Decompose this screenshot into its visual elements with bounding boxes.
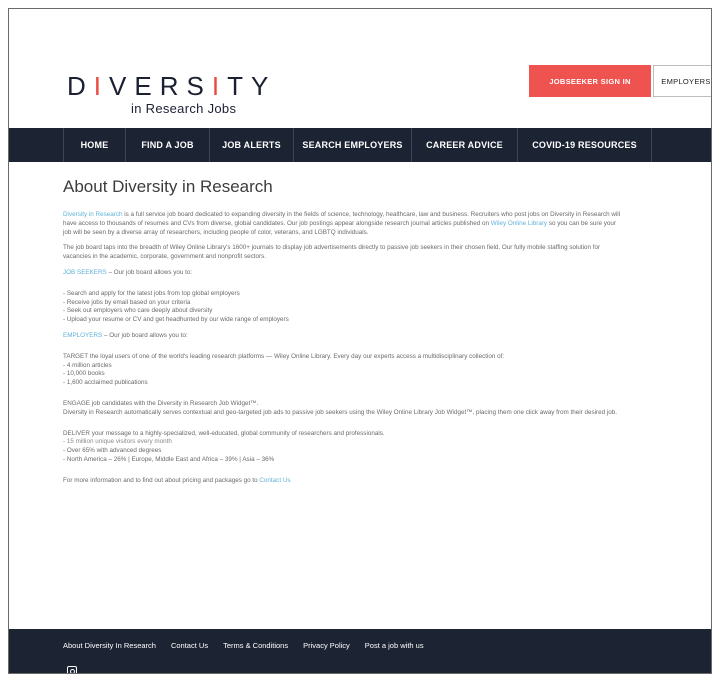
wiley-library-link[interactable]: Wiley Online Library	[491, 220, 547, 227]
footer-link-privacy[interactable]: Privacy Policy	[303, 641, 350, 650]
logo-accent: I	[211, 71, 228, 101]
logo-accent: I	[93, 71, 110, 101]
list-item: - 15 million unique visitors every month	[63, 438, 172, 446]
footer-link-about[interactable]: About Diversity In Research	[63, 641, 156, 650]
footer-link-terms[interactable]: Terms & Conditions	[223, 641, 288, 650]
nav-find-a-job[interactable]: FIND A JOB	[126, 128, 210, 162]
footer-link-contact[interactable]: Contact Us	[171, 641, 208, 650]
list-item: - Upload your resume or CV and get headh…	[63, 316, 289, 324]
nav-home[interactable]: HOME	[64, 128, 126, 162]
engage-text: Diversity in Research automatically serv…	[63, 408, 618, 416]
list-item: - Seek out employers who care deeply abo…	[63, 307, 213, 315]
more-info-paragraph: For more information and to find out abo…	[63, 477, 623, 486]
employers-button[interactable]: EMPLOYERS	[653, 65, 711, 97]
journals-paragraph: The job board taps into the breadth of W…	[63, 244, 601, 261]
nav-career-advice[interactable]: CAREER ADVICE	[412, 128, 518, 162]
jobseekers-link[interactable]: JOB SEEKERS	[63, 269, 107, 276]
intro-paragraph: Diversity in Research is a full service …	[63, 211, 623, 237]
site-footer: About Diversity In Research Contact Us T…	[9, 629, 711, 673]
list-item: - 1,600 acclaimed publications	[63, 379, 148, 387]
footer-link-post-job[interactable]: Post a job with us	[365, 641, 424, 650]
diversity-link[interactable]: Diversity in Research	[63, 211, 123, 218]
logo-part: TY	[227, 71, 277, 101]
contact-us-link[interactable]: Contact Us	[259, 477, 290, 484]
instagram-icon[interactable]	[67, 666, 77, 673]
page-title: About Diversity in Research	[63, 177, 273, 196]
employers-heading: EMPLOYERS – Our job board allows you to:	[63, 332, 623, 341]
deliver-line: DELIVER your message to a highly-special…	[63, 429, 385, 437]
browser-page: DIVERSITY in Research Jobs JOBSEEKER SIG…	[8, 8, 712, 674]
nav-spacer	[9, 128, 64, 162]
list-item: - North America – 26% | Europe, Middle E…	[63, 455, 275, 463]
nav-job-alerts[interactable]: JOB ALERTS	[210, 128, 294, 162]
logo-part: VERS	[109, 71, 212, 101]
main-nav: HOME FIND A JOB JOB ALERTS SEARCH EMPLOY…	[9, 128, 711, 162]
logo-part: D	[67, 71, 94, 101]
more-info-text: For more information and to find out abo…	[63, 476, 260, 484]
list-item: - Over 65% with advanced degrees	[63, 447, 162, 455]
list-item: - 10,000 books	[63, 370, 105, 378]
site-logo[interactable]: DIVERSITY in Research Jobs	[67, 73, 276, 116]
logo-subtitle: in Research Jobs	[131, 101, 237, 116]
main-content: About Diversity in Research Diversity in…	[63, 177, 623, 493]
engage-paragraph: ENGAGE job candidates with the Diversity…	[63, 400, 623, 418]
engage-line: ENGAGE job candidates with the Diversity…	[63, 399, 259, 407]
jobseekers-heading: JOB SEEKERS – Our job board allows you t…	[63, 269, 623, 278]
deliver-paragraph: DELIVER your message to a highly-special…	[63, 430, 623, 465]
employers-link[interactable]: EMPLOYERS	[63, 332, 102, 339]
target-text: TARGET the loyal users of one of the wor…	[63, 352, 505, 360]
list-item: - 4 million articles	[63, 361, 112, 369]
list-item: - Search and apply for the latest jobs f…	[63, 289, 240, 297]
nav-covid-resources[interactable]: COVID-19 RESOURCES	[518, 128, 652, 162]
jobseeker-sign-in-button[interactable]: JOBSEEKER SIGN IN	[529, 65, 651, 97]
list-item: - Receive jobs by email based on your cr…	[63, 298, 191, 306]
footer-links: About Diversity In Research Contact Us T…	[63, 641, 424, 650]
jobseekers-list: - Search and apply for the latest jobs f…	[63, 290, 623, 325]
target-paragraph: TARGET the loyal users of one of the wor…	[63, 353, 623, 388]
logo-wordmark: DIVERSITY	[67, 73, 276, 99]
employers-intro: – Our job board allows you to:	[102, 331, 188, 339]
jobseekers-intro: – Our job board allows you to:	[106, 268, 193, 276]
nav-search-employers[interactable]: SEARCH EMPLOYERS	[294, 128, 412, 162]
